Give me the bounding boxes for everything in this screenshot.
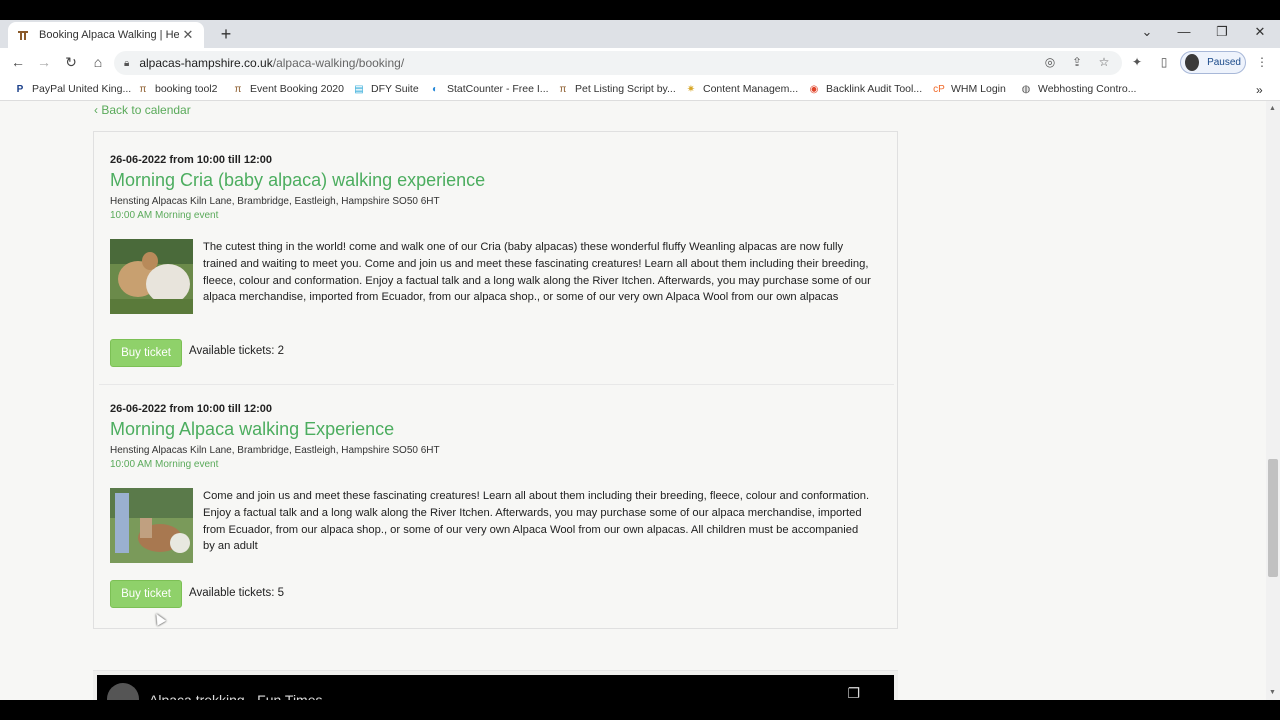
screen-bottom-border: [0, 700, 1280, 720]
scroll-up-icon[interactable]: ▲: [1269, 105, 1276, 112]
copy-link-icon[interactable]: ❐: [847, 685, 860, 700]
bookmark-whm-login[interactable]: cP WHM Login: [933, 83, 1006, 95]
available-tickets: Available tickets: 2: [189, 345, 285, 357]
bookmark-backlink-audit[interactable]: ◉ Backlink Audit Tool...: [808, 83, 923, 95]
star-icon[interactable]: ☆: [1095, 55, 1113, 69]
event-description: The cutest thing in the world! come and …: [203, 241, 871, 304]
url-domain: alpacas-hampshire.co.uk: [139, 56, 273, 70]
minimize-icon[interactable]: —: [1174, 24, 1194, 39]
event-description: Come and join us and meet these fascinat…: [203, 490, 870, 553]
statcounter-icon: ◐: [431, 83, 439, 95]
new-tab-icon[interactable]: +: [216, 24, 236, 45]
tab-search-icon[interactable]: ⌄: [1137, 24, 1157, 40]
bookmark-pet-listing[interactable]: π Pet Listing Script by...: [557, 83, 676, 95]
more-bookmarks-icon[interactable]: »: [1256, 83, 1263, 97]
available-tickets: Available tickets: 5: [189, 587, 285, 599]
lock-icon: 🔒︎: [124, 57, 130, 69]
close-tab-icon[interactable]: ✕: [180, 27, 196, 43]
paypal-icon: P: [16, 83, 24, 95]
cms-icon: ✷: [686, 83, 696, 95]
forward-arrow-icon[interactable]: →: [35, 54, 53, 70]
side-panel-icon[interactable]: ▯: [1155, 55, 1173, 69]
browser-toolbar: ← → ↻ ⌂ 🔒︎ alpacas-hampshire.co.uk/alpac…: [0, 48, 1280, 78]
scrollbar-thumb[interactable]: [1268, 459, 1278, 577]
tab-title: Booking Alpaca Walking | Hensting: [39, 29, 179, 41]
page-scrollbar[interactable]: ▲ ▼: [1266, 101, 1280, 700]
browser-tab[interactable]: Booking Alpaca Walking | Hensting ✕: [8, 22, 204, 48]
video-embed-container: Alpaca trekking - Fun Times ❐: [93, 670, 898, 700]
eye-slash-icon[interactable]: ◎: [1041, 55, 1059, 69]
bookmarks-bar: P PayPal United King... π booking tool2 πE…: [0, 78, 1280, 101]
event-date: 26-06-2022 from 10:00 till 12:00: [110, 154, 273, 166]
video-title[interactable]: Alpaca trekking - Fun Times: [149, 692, 323, 700]
url-path: /alpaca-walking/booking/: [272, 56, 405, 70]
bookmark-statcounter[interactable]: ◐ StatCounter - Free I...: [429, 83, 549, 95]
restore-icon[interactable]: ❐: [1212, 24, 1232, 40]
profile-status: Paused: [1207, 57, 1241, 68]
event-date: 26-06-2022 from 10:00 till 12:00: [110, 403, 273, 415]
alpaca-icon: π: [559, 83, 567, 95]
semrush-icon: ◉: [809, 83, 819, 95]
close-window-icon[interactable]: ✕: [1250, 24, 1270, 40]
avatar: [1185, 54, 1200, 71]
alpaca-icon: π: [139, 83, 147, 95]
back-arrow-icon[interactable]: ←: [9, 54, 27, 70]
bookmark-booking-tool2[interactable]: π booking tool2: [137, 83, 218, 95]
globe-icon: ◍: [1021, 83, 1031, 95]
event-time: 10:00 AM Morning event: [110, 210, 219, 221]
video-player[interactable]: Alpaca trekking - Fun Times ❐: [97, 675, 894, 700]
event-divider: [99, 384, 894, 385]
event-title[interactable]: Morning Cria (baby alpaca) walking exper…: [110, 170, 485, 191]
buy-ticket-button[interactable]: Buy ticket: [110, 339, 182, 367]
events-panel: 26-06-2022 from 10:00 till 12:00 Morning…: [93, 131, 898, 629]
alpaca-icon: π: [234, 83, 242, 95]
buy-ticket-button[interactable]: Buy ticket: [110, 580, 182, 608]
screen-top-border: [0, 0, 1280, 20]
event-address: Hensting Alpacas Kiln Lane, Brambridge, …: [110, 445, 440, 456]
reload-icon[interactable]: ↻: [62, 54, 80, 71]
bookmark-dfy-suite[interactable]: ▤ DFY Suite: [353, 83, 418, 95]
alpaca-favicon-icon: [16, 28, 30, 42]
tab-strip: Booking Alpaca Walking | Hensting ✕ + ⌄ …: [0, 20, 1280, 48]
event-time: 10:00 AM Morning event: [110, 459, 219, 470]
menu-dots-icon[interactable]: ⋮: [1253, 55, 1271, 69]
extensions-icon[interactable]: ✦: [1128, 55, 1146, 69]
cpanel-icon: cP: [933, 83, 945, 95]
share-icon[interactable]: ⇪: [1068, 55, 1086, 69]
channel-avatar[interactable]: [107, 683, 139, 700]
bookmark-paypal[interactable]: P PayPal United King...: [14, 83, 132, 95]
event-image: [110, 239, 193, 314]
event-title[interactable]: Morning Alpaca walking Experience: [110, 419, 394, 440]
bookmark-webhosting[interactable]: ◍ Webhosting Contro...: [1020, 83, 1137, 95]
home-icon[interactable]: ⌂: [89, 54, 107, 70]
bookmark-event-booking[interactable]: π Event Booking 2020: [232, 83, 344, 95]
page-content: ‹ Back to calendar 26-06-2022 from 10:00…: [0, 101, 1266, 700]
event-address: Hensting Alpacas Kiln Lane, Brambridge, …: [110, 196, 440, 207]
event-image: [110, 488, 193, 563]
profile-button[interactable]: Paused: [1180, 51, 1246, 74]
bookmark-content-management[interactable]: ✷ Content Managem...: [685, 83, 798, 95]
dfy-icon: ▤: [354, 83, 364, 95]
address-bar[interactable]: 🔒︎ alpacas-hampshire.co.uk/alpaca-walkin…: [114, 51, 1122, 75]
back-to-calendar-link[interactable]: ‹ Back to calendar: [94, 103, 191, 117]
scroll-down-icon[interactable]: ▼: [1269, 689, 1276, 696]
